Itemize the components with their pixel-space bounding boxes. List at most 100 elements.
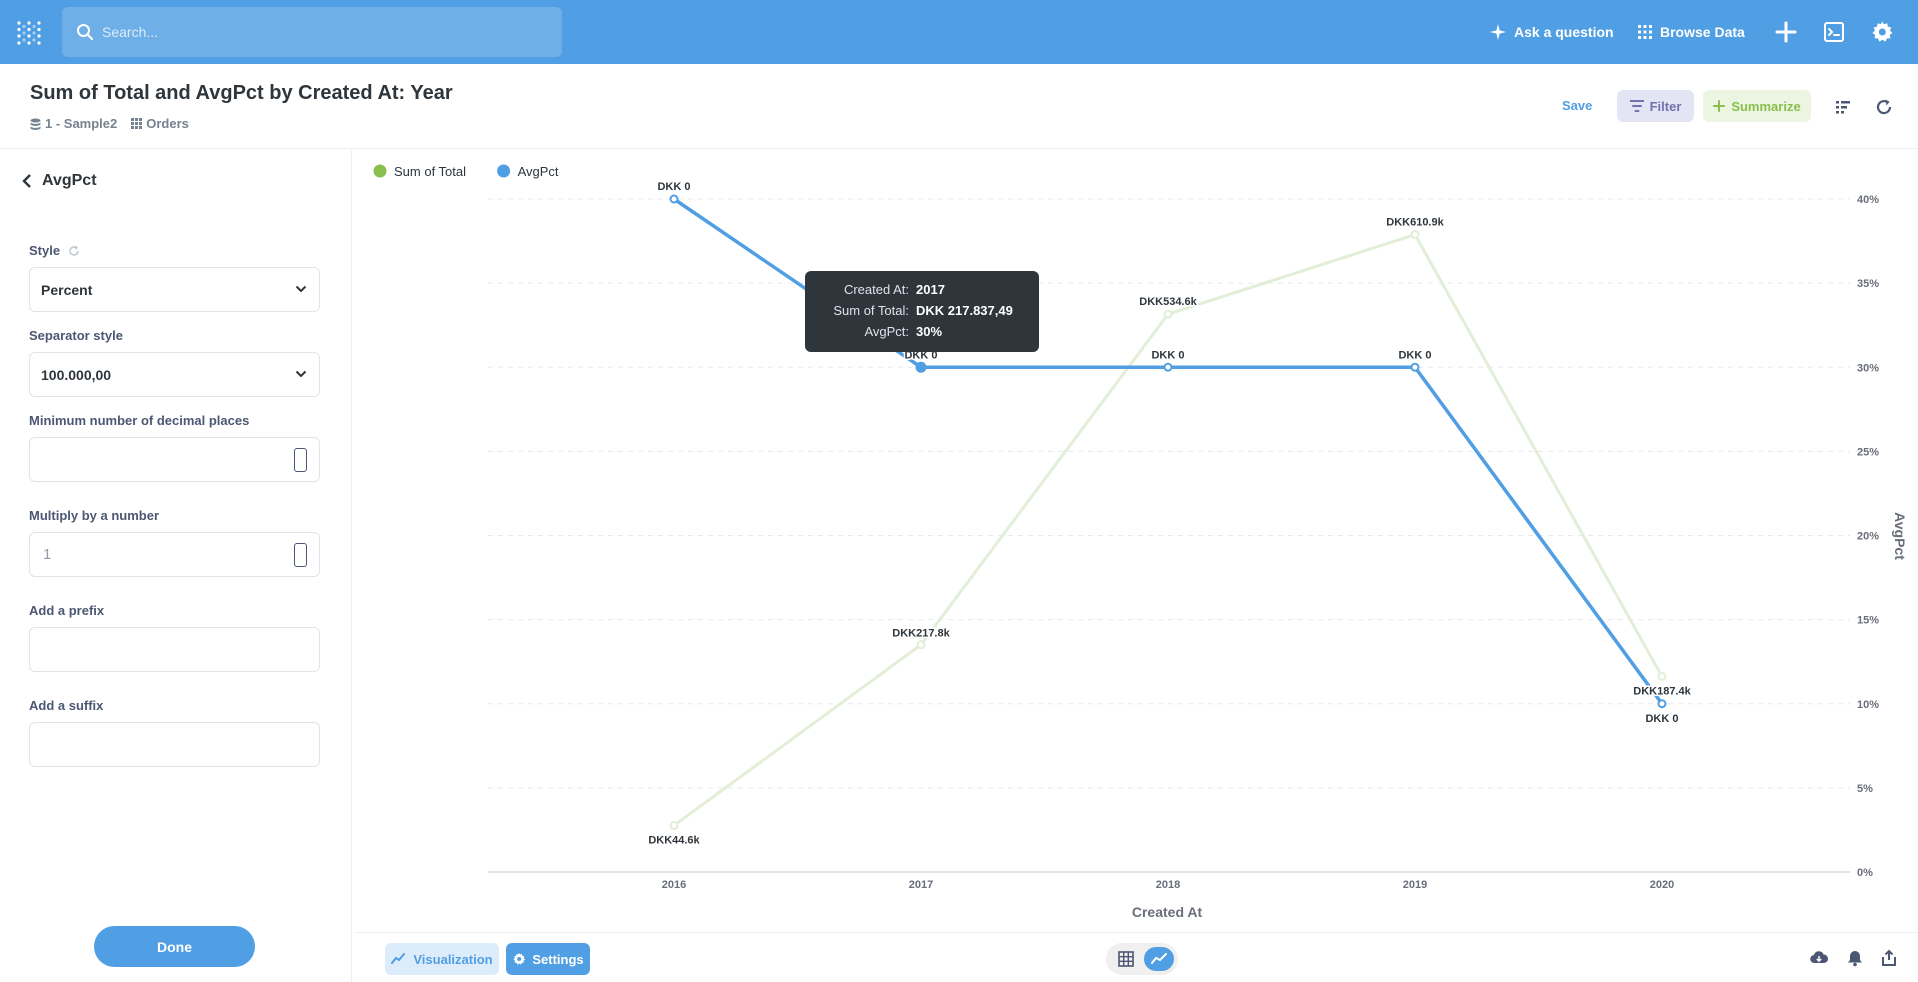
table-grid-icon — [131, 118, 143, 129]
filter-button[interactable]: Filter — [1617, 90, 1694, 122]
multiply-field[interactable] — [29, 532, 320, 577]
data-point-sum-of-total — [1410, 230, 1420, 240]
x-tick-label: 2017 — [909, 879, 933, 891]
number-stepper[interactable] — [294, 448, 307, 472]
x-tick-label: 2016 — [662, 879, 686, 891]
breadcrumb: 1 - Sample2 Orders — [30, 116, 189, 131]
ask-question-label: Ask a question — [1514, 24, 1614, 40]
table-icon — [1118, 951, 1134, 967]
data-point-avgpct — [915, 361, 927, 373]
notebook-icon[interactable] — [1834, 98, 1852, 116]
decimal-places-input[interactable] — [30, 438, 319, 481]
prefix-field[interactable] — [29, 627, 320, 672]
view-footer: Visualization Settings — [354, 932, 1918, 982]
visualization-button[interactable]: Visualization — [385, 943, 499, 975]
data-label-avgpct: DKK 0 — [1151, 349, 1184, 361]
sparkle-icon — [1490, 24, 1506, 40]
data-point-sum-of-total — [916, 640, 926, 650]
filter-label: Filter — [1649, 98, 1682, 114]
separator-style-select[interactable]: 100.000,00 — [29, 352, 320, 397]
tooltip-value: DKK 217.837,49 — [916, 303, 1013, 318]
data-label-avgpct: DKK 0 — [1645, 713, 1678, 725]
summarize-label: Summarize — [1731, 98, 1801, 114]
sql-editor-icon[interactable] — [1822, 20, 1846, 44]
search-input[interactable] — [102, 7, 542, 57]
number-stepper[interactable] — [294, 543, 307, 567]
table-view-toggle[interactable] — [1113, 947, 1139, 971]
summarize-button[interactable]: Summarize — [1703, 90, 1811, 122]
x-tick-label: 2018 — [1156, 879, 1180, 891]
top-nav: Ask a question Browse Data — [0, 0, 1918, 64]
tooltip-key: AvgPct: — [864, 324, 909, 339]
suffix-field[interactable] — [29, 722, 320, 767]
metabase-logo-icon[interactable] — [16, 20, 42, 46]
suffix-input[interactable] — [30, 723, 319, 766]
decimal-places-label: Minimum number of decimal places — [29, 413, 250, 428]
style-field-label: Style — [29, 243, 80, 258]
refresh-icon[interactable] — [1875, 98, 1893, 116]
browse-data-button[interactable]: Browse Data — [1638, 20, 1745, 44]
download-icon[interactable] — [1810, 949, 1828, 967]
data-label-sum-of-total: DKK187.4k — [1633, 685, 1691, 697]
table-link[interactable]: Orders — [131, 116, 189, 131]
chart-view-toggle[interactable] — [1144, 947, 1174, 971]
prefix-input[interactable] — [30, 628, 319, 671]
multiply-input[interactable] — [30, 533, 319, 576]
save-button[interactable]: Save — [1562, 98, 1592, 113]
chevron-down-icon — [295, 285, 307, 293]
line-chart-icon — [391, 953, 406, 964]
visualization-label: Visualization — [413, 951, 493, 967]
tooltip-value: 30% — [916, 324, 943, 339]
data-label-avgpct: DKK 0 — [1398, 349, 1431, 361]
database-name: 1 - Sample2 — [45, 116, 118, 131]
tooltip-key: Created At: — [843, 282, 909, 297]
table-name: Orders — [146, 116, 189, 131]
separator-style-value: 100.000,00 — [41, 367, 112, 383]
x-tick-label: 2019 — [1403, 879, 1427, 891]
style-select[interactable]: Percent — [29, 267, 320, 312]
multiply-label: Multiply by a number — [29, 508, 160, 523]
tooltip-row: Created At: 2017 — [805, 282, 1039, 302]
data-point-avgpct — [1163, 362, 1173, 372]
y-tick-label: 30% — [1857, 362, 1879, 374]
data-label-sum-of-total: DKK44.6k — [648, 834, 700, 846]
bell-icon[interactable] — [1846, 949, 1864, 967]
column-name: AvgPct — [42, 172, 97, 189]
search-bar[interactable] — [62, 7, 562, 57]
gear-icon[interactable] — [1870, 20, 1894, 44]
style-label: Style — [29, 243, 61, 258]
y-tick-label: 25% — [1857, 446, 1879, 458]
legend-label: AvgPct — [518, 164, 559, 179]
y-tick-label: 10% — [1857, 699, 1879, 711]
filter-icon — [1629, 100, 1644, 112]
prefix-label: Add a prefix — [29, 603, 105, 618]
plus-icon[interactable] — [1774, 20, 1798, 44]
data-point-sum-of-total — [1163, 309, 1173, 319]
y-tick-label: 5% — [1857, 783, 1873, 795]
database-link[interactable]: 1 - Sample2 — [30, 116, 117, 131]
chart-tooltip: Created At: 2017 Sum of Total: DKK 217.8… — [805, 271, 1039, 352]
done-button[interactable]: Done — [94, 926, 255, 967]
data-point-sum-of-total — [669, 820, 679, 830]
settings-sidebar: AvgPct Style Percent Separator style 100… — [0, 150, 352, 982]
settings-button[interactable]: Settings — [506, 943, 590, 975]
share-icon[interactable] — [1880, 949, 1898, 967]
data-point-avgpct — [1410, 362, 1420, 372]
style-value: Percent — [41, 282, 93, 298]
back-link[interactable]: AvgPct — [22, 172, 97, 190]
data-label-sum-of-total: DKK534.6k — [1139, 296, 1197, 308]
tooltip-value: 2017 — [916, 282, 945, 297]
x-tick-label: 2020 — [1650, 879, 1674, 891]
data-label-sum-of-total: DKK610.9k — [1386, 217, 1444, 229]
separator-style-label: Separator style — [29, 328, 123, 343]
grid-icon — [1638, 25, 1652, 39]
data-point-avgpct — [1657, 699, 1667, 709]
legend-marker — [373, 164, 387, 178]
ask-question-button[interactable]: Ask a question — [1490, 20, 1614, 44]
y-tick-label: 20% — [1857, 531, 1879, 543]
line-chart-icon — [1151, 953, 1167, 964]
decimal-places-field[interactable] — [29, 437, 320, 482]
data-point-sum-of-total — [1657, 671, 1667, 681]
reset-icon[interactable] — [68, 245, 80, 257]
chevron-down-icon — [295, 370, 307, 378]
